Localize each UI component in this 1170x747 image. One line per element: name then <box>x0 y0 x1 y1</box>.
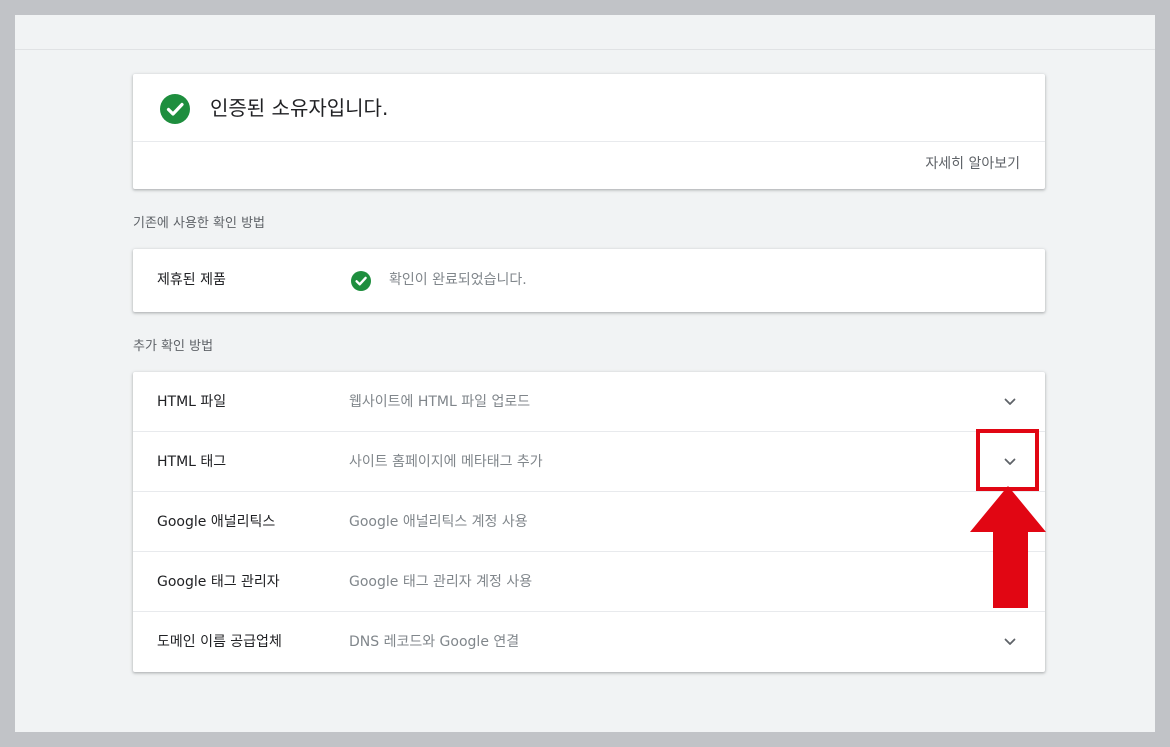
method-title: HTML 파일 <box>157 394 227 410</box>
previous-methods-label: 기존에 사용한 확인 방법 <box>133 216 265 231</box>
highlight-box <box>976 429 1039 491</box>
method-description: 사이트 홈페이지에 메타태그 추가 <box>349 454 543 470</box>
additional-methods-card: HTML 파일 웹사이트에 HTML 파일 업로드 HTML 태그 사이트 홈페… <box>133 372 1045 672</box>
method-title: HTML 태그 <box>157 454 227 470</box>
top-divider <box>15 49 1155 50</box>
method-description: Google 태그 관리자 계정 사용 <box>349 574 533 590</box>
check-circle-icon <box>160 94 190 124</box>
previous-method-card: 제휴된 제품 확인이 완료되었습니다. <box>133 249 1045 312</box>
owner-status-header: 인증된 소유자입니다. <box>133 74 1045 142</box>
method-row-html-tag[interactable]: HTML 태그 사이트 홈페이지에 메타태그 추가 <box>133 432 1045 492</box>
chevron-down-icon[interactable] <box>999 631 1021 653</box>
method-title: Google 태그 관리자 <box>157 574 280 590</box>
chevron-down-icon[interactable] <box>999 391 1021 413</box>
verification-page: 인증된 소유자입니다. 자세히 알아보기 기존에 사용한 확인 방법 제휴된 제… <box>15 15 1155 732</box>
method-row-html-file[interactable]: HTML 파일 웹사이트에 HTML 파일 업로드 <box>133 372 1045 432</box>
owner-status-card: 인증된 소유자입니다. 자세히 알아보기 <box>133 74 1045 189</box>
method-description: Google 애널리틱스 계정 사용 <box>349 514 528 530</box>
previous-method-title: 제휴된 제품 <box>157 272 226 288</box>
arrow-up-icon <box>970 486 1046 608</box>
method-row-domain-provider[interactable]: 도메인 이름 공급업체 DNS 레코드와 Google 연결 <box>133 612 1045 672</box>
method-row-google-tag-manager[interactable]: Google 태그 관리자 Google 태그 관리자 계정 사용 <box>133 552 1045 612</box>
method-row-google-analytics[interactable]: Google 애널리틱스 Google 애널리틱스 계정 사용 <box>133 492 1045 552</box>
method-title: Google 애널리틱스 <box>157 514 276 530</box>
method-title: 도메인 이름 공급업체 <box>157 634 282 650</box>
learn-more-link[interactable]: 자세히 알아보기 <box>925 152 1020 176</box>
method-description: DNS 레코드와 Google 연결 <box>349 634 520 650</box>
check-circle-icon <box>351 271 371 291</box>
previous-method-status: 확인이 완료되었습니다. <box>389 272 527 288</box>
method-description: 웹사이트에 HTML 파일 업로드 <box>349 394 531 410</box>
owner-status-title: 인증된 소유자입니다. <box>210 96 389 120</box>
additional-methods-label: 추가 확인 방법 <box>133 339 214 354</box>
